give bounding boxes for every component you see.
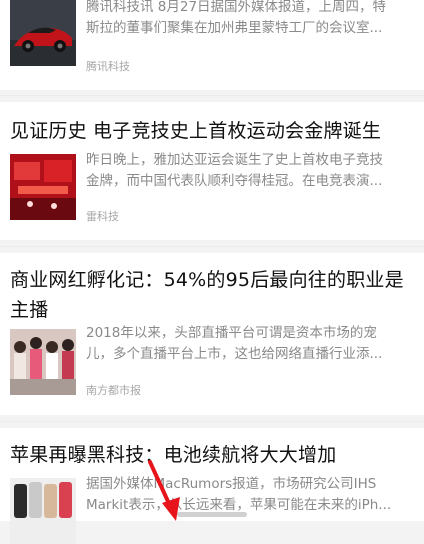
article-source: 腾讯科技: [86, 60, 130, 73]
article-thumbnail: [10, 329, 76, 395]
news-card[interactable]: 商业网红孵化记：54%的95后最向往的职业是 主播 2018年以来，头部直播平台…: [0, 253, 424, 415]
home-indicator[interactable]: [177, 512, 247, 517]
news-card[interactable]: 苹果再曝黑科技：电池续航将大大增加 据国外媒体MacRumors报道，市场研究公…: [0, 428, 424, 544]
article-source: 雷科技: [86, 210, 119, 223]
article-title-line: 主播: [10, 299, 49, 321]
divider: [0, 246, 424, 247]
news-card[interactable]: 腾讯科技讯 8月27日据国外媒体报道，上周四，特 斯拉的董事们聚集在加州弗里蒙特…: [0, 0, 424, 90]
divider: [0, 95, 424, 96]
article-summary: 据国外媒体MacRumors报道，市场研究公司IHS Markit表示，从长远来…: [86, 476, 392, 513]
article-thumbnail: [10, 478, 76, 544]
article-title[interactable]: 商业网红孵化记：54%的95后最向往的职业是 主播: [10, 265, 410, 325]
article-title[interactable]: 见证历史 电子竞技史上首枚运动会金牌诞生: [10, 116, 410, 146]
article-title-line: 商业网红孵化记：54%的95后最向往的职业是: [10, 269, 404, 291]
article-summary: 2018年以来，头部直播平台可谓是资本市场的宠 儿，多个直播平台上市，这也给网络…: [86, 325, 383, 362]
article-title[interactable]: 苹果再曝黑科技：电池续航将大大增加: [10, 440, 410, 470]
article-summary: 腾讯科技讯 8月27日据国外媒体报道，上周四，特 斯拉的董事们聚集在加州弗里蒙特…: [86, 0, 387, 36]
article-source: 南方都市报: [86, 384, 141, 397]
article-summary: 昨日晚上，雅加达亚运会诞生了史上首枚电子竞技 金牌，而中国代表队顺利夺得桂冠。在…: [86, 152, 383, 189]
article-thumbnail: [10, 0, 76, 66]
article-thumbnail: [10, 154, 76, 220]
divider: [0, 421, 424, 422]
news-card[interactable]: 见证历史 电子竞技史上首枚运动会金牌诞生 昨日晚上，雅加达亚运会诞生了史上首枚电…: [0, 102, 424, 240]
news-feed: 腾讯科技讯 8月27日据国外媒体报道，上周四，特 斯拉的董事们聚集在加州弗里蒙特…: [0, 0, 424, 544]
